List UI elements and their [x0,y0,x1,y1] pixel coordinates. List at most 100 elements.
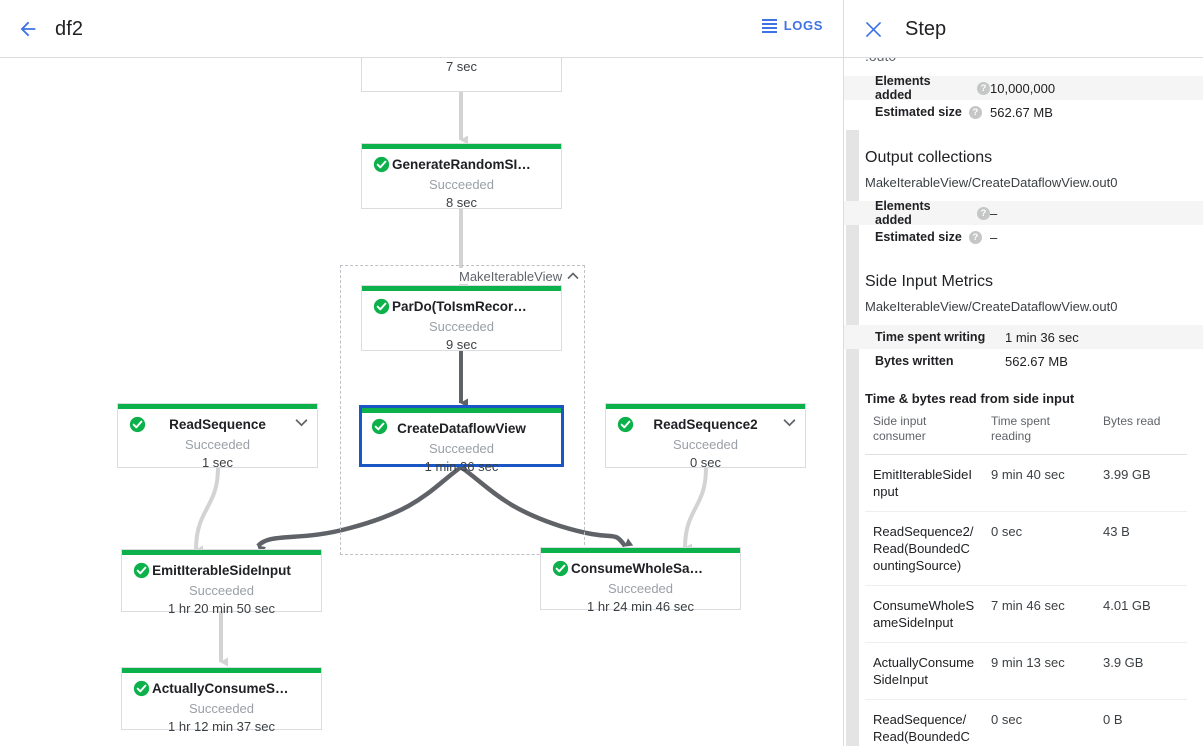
metric-label: Elements added [875,74,931,102]
graph-group-label[interactable]: MakeIterableView [455,268,584,284]
logs-button-label: LOGS [783,18,823,33]
graph-node-pardo-toismrecordfor[interactable]: ParDo(ToIsmRecordFor… Succeeded 9 sec [361,285,562,352]
node-status: Succeeded [184,437,251,452]
node-time: 8 sec [445,195,478,210]
help-icon[interactable]: ? [977,81,990,95]
cell-time: 0 sec [983,699,1095,746]
node-status: Succeeded [428,177,495,192]
metric-label: Bytes written [875,354,954,368]
arrow-left-icon[interactable] [12,13,44,45]
node-status: Succeeded [607,581,674,596]
metric-label-wrap: Elements added ? [875,74,990,102]
side-input-metrics-title: Side Input Metrics [865,273,994,290]
metric-value: 562.67 MB [990,104,1053,120]
node-status: Succeeded [428,441,495,456]
step-details-pane: Step .out0 Elements added ? [844,0,1203,746]
help-icon[interactable]: ? [977,206,990,220]
side-input-table: Side input consumer Time spent reading B… [865,408,1187,746]
metric-label: Elements added [875,199,931,227]
metric-value: 562.67 MB [1005,353,1068,369]
clipped-collection-name: .out0 [865,58,896,64]
cell-consumer: ReadSequence/Read(BoundedCountingSource) [865,699,983,746]
node-status: Succeeded [188,583,255,598]
column-header-consumer[interactable]: Side input consumer [865,408,983,455]
column-header-bytes[interactable]: Bytes read [1095,408,1187,455]
metric-label-wrap: Estimated size ? [875,105,990,119]
step-panel-title: Step [905,18,947,40]
cell-bytes: 3.99 GB [1095,454,1187,512]
metric-value: – [990,229,998,245]
metric-row: Time spent writing 1 min 36 sec [844,325,1203,349]
side-input-collection-name: MakeIterableView/CreateDataflowView.out0 [865,299,1118,314]
step-panel-scroll-area[interactable]: .out0 Elements added ? 10,000,000 Estima… [844,58,1203,746]
table-row: ReadSequence2/Read(BoundedCountingSource… [865,511,1187,586]
job-graph-pane: df2 LOGS MakeIterableView 7 sec Generate… [0,0,843,746]
node-title: EmitIterableSideInput [152,563,291,578]
metric-row: Estimated size ? 562.67 MB [844,100,1203,124]
cell-consumer: ActuallyConsumeSideInput [865,642,983,700]
graph-node-create-dataflow-view[interactable]: CreateDataflowView Succeeded 1 min 36 se… [359,405,564,474]
node-time: 1 hr 20 min 50 sec [168,601,275,616]
step-panel-header: Step [844,0,1203,57]
help-icon[interactable]: ? [968,230,982,244]
node-status: Succeeded [428,319,495,334]
node-time: 0 sec [689,455,722,470]
metric-label-wrap: Elements added ? [875,199,990,227]
metric-label: Estimated size [875,105,962,119]
node-time: 1 hr 12 min 37 sec [168,719,275,734]
cell-consumer: ReadSequence2/Read(BoundedCountingSource… [865,511,983,586]
cell-time: 9 min 40 sec [983,454,1095,512]
metric-value: – [990,205,998,221]
graph-node-actually-consume-side-input[interactable]: ActuallyConsumeSideI… Succeeded 1 hr 12 … [121,667,322,734]
side-input-table-title: Time & bytes read from side input [865,391,1075,406]
step-panel-content: .out0 Elements added ? 10,000,000 Estima… [844,58,1203,746]
graph-node-emit-iterable-side-input[interactable]: EmitIterableSideInput Succeeded 1 hr 20 … [121,549,322,616]
dataflow-job-graph-page: df2 LOGS MakeIterableView 7 sec Generate… [0,0,1203,746]
close-icon[interactable] [859,15,887,43]
graph-node-top-clipped[interactable]: Succeeded 7 sec [361,58,562,92]
graph-node-generate-random-si-data[interactable]: GenerateRandomSIData Succeeded 8 sec [361,143,562,210]
node-time: 7 sec [445,59,478,74]
node-time: 1 min 36 sec [424,459,499,474]
node-title: ParDo(ToIsmRecordFor… [392,299,557,314]
logs-button[interactable]: LOGS [761,18,823,33]
table-row: EmitIterableSideInput 9 min 40 sec 3.99 … [865,454,1187,512]
cell-bytes: 0 B [1095,699,1187,746]
cell-time: 7 min 46 sec [983,585,1095,643]
node-status: Succeeded [672,437,739,452]
logs-lines-icon [761,19,777,33]
node-title: ReadSequence2 [653,417,758,432]
cell-bytes: 4.01 GB [1095,585,1187,643]
cell-time: 9 min 13 sec [983,642,1095,700]
graph-node-read-sequence[interactable]: ReadSequence Succeeded 1 sec [117,403,318,470]
node-title: CreateDataflowView [397,421,526,436]
metric-label-wrap: Estimated size ? [875,230,990,244]
node-time: 9 sec [445,337,478,352]
help-icon[interactable]: ? [968,105,982,119]
graph-group-label-text: MakeIterableView [459,268,563,284]
metric-row: Elements added ? 10,000,000 [844,74,1203,102]
table-row: ReadSequence/Read(BoundedCountingSource)… [865,699,1187,746]
column-header-time[interactable]: Time spent reading [983,408,1095,455]
node-title: ConsumeWholeSameSi… [571,561,736,576]
cell-bytes: 43 B [1095,511,1187,586]
metric-label: Time spent writing [875,330,986,344]
cell-bytes: 3.9 GB [1095,642,1187,700]
output-collections-title: Output collections [865,149,993,166]
cell-time: 0 sec [983,511,1095,586]
table-row: ActuallyConsumeSideInput 9 min 13 sec 3.… [865,642,1187,700]
top-bar: df2 LOGS [0,0,843,57]
table-row: ConsumeWholeSameSideInput 7 min 46 sec 4… [865,585,1187,643]
graph-node-consume-whole-same-side-input[interactable]: ConsumeWholeSameSi… Succeeded 1 hr 24 mi… [540,547,741,614]
graph-node-read-sequence-2[interactable]: ReadSequence2 Succeeded 0 sec [605,403,806,470]
node-title: GenerateRandomSIData [392,157,547,172]
chevron-up-icon[interactable] [567,272,579,280]
metric-row: Bytes written 562.67 MB [844,349,1203,373]
node-status: Succeeded [188,701,255,716]
cell-consumer: EmitIterableSideInput [865,454,983,512]
node-time: 1 hr 24 min 46 sec [587,599,694,614]
output-collection-name: MakeIterableView/CreateDataflowView.out0 [865,175,1118,190]
metric-row: Elements added ? – [844,199,1203,227]
page-title: df2 [55,18,84,40]
graph-canvas[interactable]: MakeIterableView Succeeded 7 sec [0,58,843,746]
